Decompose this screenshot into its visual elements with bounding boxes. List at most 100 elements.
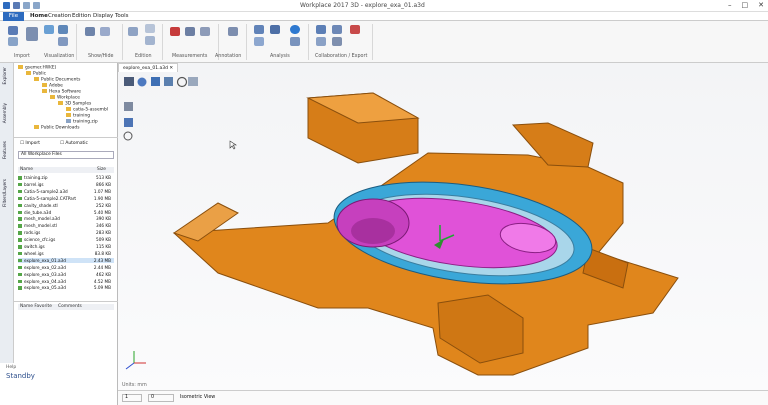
file-row[interactable]: explore_exa_01.a3d 2.43 MB xyxy=(18,257,114,264)
file-row[interactable]: barrel.igs 866 KB xyxy=(18,182,114,188)
file-row[interactable]: explore_exa_05.a3d 5.09 MB xyxy=(18,285,114,291)
zoom-icon[interactable] xyxy=(176,76,188,88)
share-icon[interactable] xyxy=(316,25,326,34)
file-row[interactable]: cavity_shade.stl 252 KB xyxy=(18,203,114,209)
file-row[interactable]: explore_exa_02.a3d 2.44 MB xyxy=(18,265,114,271)
analysis-cube-icon[interactable] xyxy=(254,25,264,34)
folder-icon xyxy=(58,101,63,105)
file-size: 5.09 MB xyxy=(93,285,111,291)
measure-icon[interactable] xyxy=(170,27,180,36)
file-row[interactable]: Catia-5-sample2.CATPart 1.90 MB xyxy=(18,196,114,202)
tree-item[interactable]: Public Documents xyxy=(34,77,80,82)
tree-item[interactable]: catia-5-assembl xyxy=(66,107,108,112)
pan-icon[interactable] xyxy=(124,118,133,127)
info-icon[interactable] xyxy=(290,25,300,34)
file-row[interactable]: training.zip 513 KB xyxy=(18,175,114,181)
automatic-checkbox[interactable]: ☐ Automatic xyxy=(60,141,88,146)
ribbon-tabs: File Home Creation Edition Display Tools xyxy=(0,12,768,21)
import-file-icon[interactable] xyxy=(8,37,18,46)
file-row[interactable]: science_cfc.igs 509 KB xyxy=(18,237,114,243)
tab-display[interactable]: Display xyxy=(93,13,113,19)
tree-item[interactable]: Public Downloads xyxy=(34,125,80,130)
pdf-icon[interactable] xyxy=(350,25,360,34)
compare-icon[interactable] xyxy=(270,25,280,34)
fit-icon[interactable] xyxy=(188,77,198,86)
tree-item[interactable]: Public xyxy=(26,71,46,76)
tree-item[interactable]: Hexa Software xyxy=(42,89,81,94)
undo-icon[interactable] xyxy=(23,2,30,9)
edit-icon[interactable] xyxy=(128,27,138,36)
favorites-comments-column[interactable]: Comments xyxy=(58,304,82,309)
menu-icon[interactable] xyxy=(124,77,134,86)
import-checkbox[interactable]: ☐ Import xyxy=(20,141,40,146)
tab-creation[interactable]: Creation xyxy=(48,13,71,19)
display-mode-icon[interactable] xyxy=(44,25,54,34)
camera-icon[interactable] xyxy=(58,25,68,34)
tab-assembly[interactable]: Assembly xyxy=(2,103,7,123)
show-icon[interactable] xyxy=(85,27,95,36)
export-icon[interactable] xyxy=(316,37,326,46)
tab-features[interactable]: Features xyxy=(2,141,7,159)
minimize-button[interactable]: – xyxy=(728,1,732,9)
save-icon[interactable] xyxy=(13,2,20,9)
annotation-icon[interactable] xyxy=(228,27,238,36)
file-row[interactable]: explore_exa_03.a3d 462 KB xyxy=(18,272,114,278)
ruler-icon[interactable] xyxy=(185,27,195,36)
favorites-name-column[interactable]: Name Favorite xyxy=(20,304,52,309)
tab-file[interactable]: File xyxy=(3,12,24,21)
file-filter-select[interactable]: All Workplace Files xyxy=(18,151,114,159)
view-sphere-icon[interactable] xyxy=(137,77,147,87)
tree-item[interactable]: Adobe xyxy=(42,83,63,88)
3d-viewport[interactable]: Units: mm xyxy=(118,63,768,390)
close-button[interactable]: ✕ xyxy=(758,1,764,9)
file-row[interactable]: Catia-5-sample2.a3d 1.07 MB xyxy=(18,189,114,195)
separator xyxy=(308,24,309,60)
file-row[interactable]: mesh_model.stl 346 KB xyxy=(18,223,114,229)
hide-icon[interactable] xyxy=(100,27,110,36)
tab-edition[interactable]: Edition xyxy=(72,13,91,19)
rotate-icon[interactable] xyxy=(124,102,133,111)
document-tab[interactable]: explore_exa_01.a3d ✕ xyxy=(118,63,178,72)
file-size: 346 KB xyxy=(96,223,111,229)
redo-icon[interactable] xyxy=(33,2,40,9)
properties-icon[interactable] xyxy=(145,36,155,45)
column-name[interactable]: Name xyxy=(20,167,33,172)
cube-icon[interactable] xyxy=(26,27,38,41)
display-icon[interactable] xyxy=(164,77,173,86)
section-icon[interactable] xyxy=(254,37,264,46)
view-cube-icon[interactable] xyxy=(58,37,68,46)
tree-item[interactable]: training xyxy=(66,113,90,118)
tree-item[interactable]: Workplace xyxy=(50,95,80,100)
file-row[interactable]: wheel.igs 83.8 KB xyxy=(18,251,114,257)
file-row[interactable]: switch.igs 115 KB xyxy=(18,244,114,250)
tab-tools[interactable]: Tools xyxy=(115,13,129,19)
tree-item[interactable]: training.zip xyxy=(66,119,98,124)
angle-icon[interactable] xyxy=(200,27,210,36)
file-row[interactable]: die_tube.a3d 5.40 MB xyxy=(18,210,114,216)
file-size: 83.8 KB xyxy=(94,250,111,256)
file-name: rods.igs xyxy=(24,230,41,236)
print-icon[interactable] xyxy=(332,37,342,46)
column-size[interactable]: Size xyxy=(97,167,106,172)
file-name: explore_exa_02.a3d xyxy=(24,264,66,270)
zoom-field[interactable]: 0 xyxy=(148,394,174,402)
3d-model-canvas[interactable]: Units: mm xyxy=(118,63,768,390)
file-icon xyxy=(18,224,22,228)
tab-explorer[interactable]: Explorer xyxy=(2,67,7,84)
target-icon[interactable] xyxy=(123,131,133,141)
view-cube-icon[interactable] xyxy=(151,77,160,86)
tree-item[interactable]: 3D Samples xyxy=(58,101,91,106)
tree-item[interactable]: gsemer.HW(E) xyxy=(18,65,56,70)
paint-icon[interactable] xyxy=(145,24,155,33)
maximize-button[interactable]: □ xyxy=(742,1,749,9)
open-icon[interactable] xyxy=(8,26,18,35)
file-row[interactable]: explore_exa_04.a3d 4.52 MB xyxy=(18,279,114,285)
tab-filters-layers[interactable]: Filters/Layers xyxy=(2,179,7,207)
file-row[interactable]: mesh_model.a3d 390 KB xyxy=(18,216,114,222)
zoom-icon[interactable] xyxy=(290,37,300,46)
file-row[interactable]: rods.igs 283 KB xyxy=(18,230,114,236)
tab-home[interactable]: Home xyxy=(30,13,48,19)
screenshot-icon[interactable] xyxy=(332,25,342,34)
close-tab-icon[interactable]: ✕ xyxy=(169,66,173,71)
page-field[interactable]: 1 xyxy=(122,394,142,402)
